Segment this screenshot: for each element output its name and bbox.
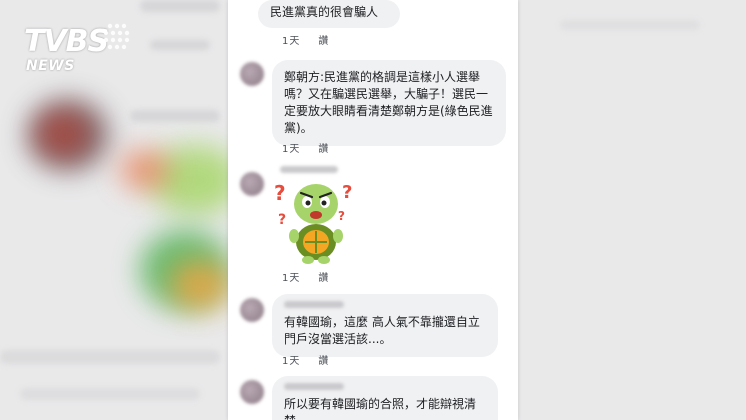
comment-thread-screen: 民進黨真的很會騙人 1天讚 鄭朝方:民進黨的格調是這樣小人選舉嗎？又在騙選民選舉… — [228, 0, 518, 420]
comment-text: 所以要有韓國瑜的合照，才能辯視清楚。 — [284, 397, 477, 420]
comment-text: 鄭朝方:民進黨的格調是這樣小人選舉嗎？又在騙選民選舉，大騙子！選民一定要放大眼睛… — [284, 70, 493, 135]
comment-time[interactable]: 1天 — [282, 273, 300, 284]
comment-text: 有韓國瑜，這麼 高人氣不靠攏還自立門戶沒當選活該...。 — [284, 315, 480, 346]
angry-turtle-sticker-icon: ? ? ? ? — [274, 181, 352, 264]
comment-bubble: 鄭朝方:民進黨的格調是這樣小人選舉嗎？又在騙選民選舉，大騙子！選民一定要放大眼睛… — [272, 60, 506, 146]
comment-meta: 1天 讚 — [282, 269, 347, 284]
avatar[interactable] — [240, 298, 264, 322]
avatar[interactable] — [240, 62, 264, 86]
like-link[interactable]: 讚 — [318, 273, 329, 284]
commenter-name — [280, 166, 338, 173]
svg-text:?: ? — [274, 181, 286, 205]
comment-time[interactable]: 1天 — [282, 144, 300, 155]
like-link[interactable]: 讚 — [318, 144, 329, 155]
commenter-name — [284, 301, 344, 308]
commenter-name — [284, 383, 344, 390]
comment-bubble: 所以要有韓國瑜的合照，才能辯視清楚。 — [272, 376, 498, 420]
comment-meta: 1天 讚 — [282, 32, 347, 47]
comment-meta: 1天 讚 — [282, 352, 347, 367]
logo-sub-text: NEWS — [26, 58, 75, 74]
svg-text:?: ? — [338, 209, 345, 223]
comment-meta: 1天 讚 — [282, 140, 347, 155]
svg-text:?: ? — [278, 212, 286, 228]
avatar[interactable] — [240, 380, 264, 404]
comment-time[interactable]: 1天 — [282, 356, 300, 367]
comment-bubble: 民進黨真的很會騙人 — [258, 0, 400, 28]
tvbs-news-logo: TVBS NEWS — [24, 20, 134, 80]
comment-text: 民進黨真的很會騙人 — [270, 5, 379, 19]
svg-text:?: ? — [342, 182, 352, 203]
comment-time[interactable]: 1天 — [282, 36, 300, 47]
like-link[interactable]: 讚 — [318, 356, 329, 367]
avatar[interactable] — [240, 172, 264, 196]
like-link[interactable]: 讚 — [318, 36, 329, 47]
comment-bubble: 有韓國瑜，這麼 高人氣不靠攏還自立門戶沒當選活該...。 — [272, 294, 498, 357]
logo-dots-icon — [103, 23, 130, 50]
